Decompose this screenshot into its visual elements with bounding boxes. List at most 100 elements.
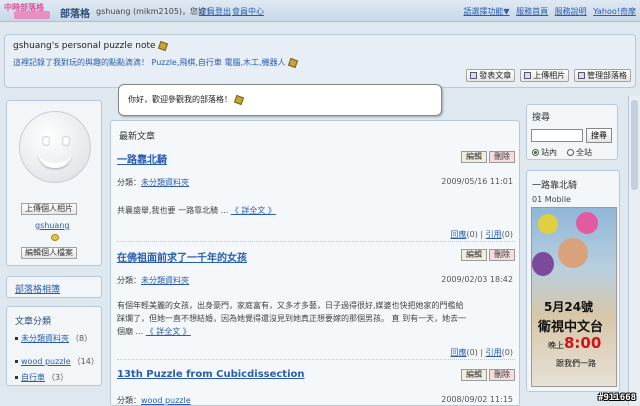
search-title: 搜尋 xyxy=(532,113,551,123)
search-scope-web[interactable]: 全站 xyxy=(567,147,592,158)
radio-unselected-icon xyxy=(567,149,574,156)
manage-blog-button[interactable]: 管理部落格 xyxy=(574,69,631,82)
post-edit-button[interactable]: 編輯 xyxy=(461,249,487,261)
search-button[interactable]: 搜尋 xyxy=(586,128,612,143)
featured-banner-image[interactable]: 5月24號 衛視中文台 晚上 8:00 跟我們一路 xyxy=(531,207,617,387)
read-more-link[interactable]: 《 詳全文 》 xyxy=(146,327,191,336)
edit-profile-button[interactable]: 編輯個人檔案 xyxy=(21,247,77,259)
upload-photo-label: 上傳相片 xyxy=(533,71,566,80)
user-badge-icon xyxy=(51,234,59,241)
trackback-link[interactable]: 引用 xyxy=(486,348,502,357)
category-prefix: 分類： xyxy=(117,396,141,405)
post-excerpt-line: 有個年輕美麗的女孩，出身豪門，家庭富有，又多才多藝，日子過得很好,媒婆也快把她家… xyxy=(117,301,464,310)
post-date: 2009/05/16 11:01 xyxy=(441,177,513,186)
profile-username-link[interactable]: gshuang xyxy=(35,221,69,230)
blog-description-row: 這裡記錄了我對玩的與趣的點點滴滴！ Puzzle,飛棋,自行車 電腦,木工,機器… xyxy=(13,57,298,68)
site-logo[interactable]: 中時部落格 xyxy=(4,2,54,20)
upload-photo-header-button[interactable]: 上傳相片 xyxy=(520,69,570,82)
edit-pencil-icon[interactable] xyxy=(157,40,168,51)
post-delete-button[interactable]: 刪除 xyxy=(489,369,515,381)
yahoo-link[interactable]: Yahoo!奇摩 xyxy=(593,7,636,16)
bullet-icon xyxy=(15,337,18,340)
category-link[interactable]: wood puzzle xyxy=(21,357,71,366)
post-excerpt-line: 個廟 ... 《 詳全文 》 xyxy=(117,325,509,338)
logout-link[interactable]: 會員登出 xyxy=(199,6,231,17)
broadcast-tagline: 跟我們一路 xyxy=(556,359,596,368)
post-title-link[interactable]: 13th Puzzle from Cubicdissection xyxy=(117,369,305,380)
reply-link[interactable]: 回應 xyxy=(451,230,467,239)
read-more-link[interactable]: 《 詳全文 》 xyxy=(231,206,276,215)
category-link[interactable]: 自行車 xyxy=(21,373,45,382)
welcome-bubble: 你好，歡迎參觀我的部落格！ xyxy=(118,84,442,116)
post-delete-button[interactable]: 刪除 xyxy=(489,151,515,163)
post-article-label: 發表文章 xyxy=(479,71,512,80)
category-count: （8） xyxy=(71,334,93,343)
broadcast-time: 8:00 xyxy=(564,334,602,352)
post-article-button[interactable]: 發表文章 xyxy=(466,69,516,82)
member-center-link[interactable]: 會員中心 xyxy=(232,6,264,17)
category-count: （3） xyxy=(47,373,69,382)
category-box: 文章分類 未分類資料夾 （8） wood puzzle （14） 自行車 （3） xyxy=(6,306,102,386)
blog-title: gshuang's personal puzzle note xyxy=(13,41,156,51)
scrollbar-thumb[interactable] xyxy=(631,100,638,190)
category-prefix: 分類： xyxy=(117,178,141,187)
post-category-link[interactable]: 未分類資料夾 xyxy=(141,178,189,187)
service-home-link[interactable]: 服務首頁 xyxy=(516,7,548,16)
search-scope-site-label: 站內 xyxy=(541,148,557,157)
photo-icon xyxy=(524,72,532,79)
upload-profile-photo-button[interactable]: 上傳個人相片 xyxy=(21,203,77,215)
profile-box: 上傳個人相片 gshuang 編輯個人檔案 xyxy=(6,100,102,266)
trackback-link[interactable]: 引用 xyxy=(486,230,502,239)
smiley-eye-icon xyxy=(62,136,70,146)
post-excerpt: 有個年輕美麗的女孩，出身豪門，家庭富有，又多才多藝，日子過得很好,媒婆也快把她家… xyxy=(117,299,509,338)
category-title: 文章分類 xyxy=(15,317,52,327)
category-item: 未分類資料夾 （8） xyxy=(15,333,92,344)
radio-selected-icon xyxy=(532,149,539,156)
search-input[interactable] xyxy=(531,129,583,142)
search-scope-site[interactable]: 站內 xyxy=(532,147,557,158)
blog-title-row: gshuang's personal puzzle note xyxy=(13,40,168,51)
service-help-link[interactable]: 服務說明 xyxy=(555,7,587,16)
category-prefix: 分類： xyxy=(117,276,141,285)
search-scope-web-label: 全站 xyxy=(576,148,592,157)
page-scrollbar[interactable] xyxy=(628,96,640,406)
post-divider xyxy=(117,359,515,360)
blog-header: gshuang's personal puzzle note 這裡記錄了我對玩的… xyxy=(4,34,636,88)
reply-count: (0) xyxy=(466,230,478,239)
post-title-link[interactable]: 一路靠北騎 xyxy=(117,151,167,166)
post-edit-button[interactable]: 編輯 xyxy=(461,151,487,163)
post-excerpt-line: 踩爛了，但她一直不想結婚，因為她覺得還沒見到她真正想要嫁的那個男孩。 直 到有一… xyxy=(117,314,467,323)
post-delete-button[interactable]: 刪除 xyxy=(489,249,515,261)
site-title: 部落格 xyxy=(60,9,90,20)
photo-album-link[interactable]: 部落格相簿 xyxy=(15,282,60,295)
category-count: （14） xyxy=(72,357,99,366)
blog-description: 這裡記錄了我對玩的與趣的點點滴滴！ Puzzle,飛棋,自行車 電腦,木工,機器… xyxy=(13,58,286,67)
rider-helmet-icon xyxy=(576,212,598,234)
gear-icon xyxy=(578,72,585,79)
bullet-icon xyxy=(15,376,18,379)
broadcast-date: 5月24號 xyxy=(544,300,594,314)
reply-count: (0) xyxy=(466,348,478,357)
post-excerpt: 共襄盛舉,我也要 一路靠北騎 ... 《 詳全文 》 xyxy=(117,204,509,217)
image-watermark: #911668 xyxy=(598,393,636,403)
trackback-count: (0) xyxy=(501,348,513,357)
post-date: 2008/09/02 11:15 xyxy=(441,395,513,404)
logo-mark xyxy=(14,11,50,19)
post-category-link[interactable]: wood puzzle xyxy=(141,396,191,405)
edit-pencil-icon[interactable] xyxy=(287,57,298,68)
latest-posts-title: 最新文章 xyxy=(119,132,156,142)
edit-pencil-icon[interactable] xyxy=(233,94,245,105)
post-title-link[interactable]: 在佛祖面前求了一千年的女孩 xyxy=(117,249,247,264)
category-link[interactable]: 未分類資料夾 xyxy=(21,334,69,343)
language-select-link[interactable]: 語選擇功能▼ xyxy=(463,7,509,16)
post-category: 分類：未分類資料夾 xyxy=(117,275,189,286)
post-category-link[interactable]: 未分類資料夾 xyxy=(141,276,189,285)
smiley-eye-icon xyxy=(42,136,50,146)
post-item: 13th Puzzle from Cubicdissection 編輯 刪除 分… xyxy=(117,369,515,405)
post-edit-button[interactable]: 編輯 xyxy=(461,369,487,381)
post-category: 分類：未分類資料夾 xyxy=(117,177,189,188)
avatar xyxy=(19,111,91,183)
smiley-mouth-icon xyxy=(38,152,72,168)
bullet-icon xyxy=(15,360,18,363)
reply-link[interactable]: 回應 xyxy=(451,348,467,357)
